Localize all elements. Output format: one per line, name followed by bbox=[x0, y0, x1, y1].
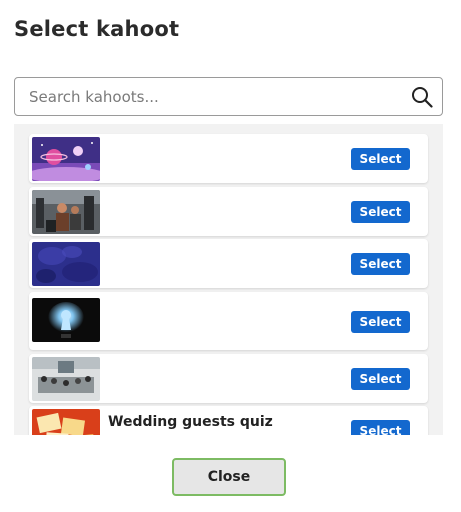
select-button[interactable]: Select bbox=[351, 311, 410, 333]
kahoot-card: Select bbox=[29, 354, 428, 403]
kahoot-card: Select bbox=[29, 292, 428, 350]
select-button[interactable]: Select bbox=[351, 201, 410, 223]
select-button[interactable]: Select bbox=[351, 148, 410, 170]
select-button[interactable]: Select bbox=[351, 368, 410, 390]
kahoot-title: Wedding guests quiz bbox=[108, 414, 273, 430]
wedding-cards-thumbnail bbox=[32, 409, 100, 435]
select-button[interactable]: Select bbox=[351, 420, 410, 435]
kahoot-list[interactable]: Select Select Select Select Select Weddi… bbox=[14, 124, 443, 435]
close-button[interactable]: Close bbox=[172, 458, 286, 496]
search-icon[interactable] bbox=[411, 86, 433, 108]
purple-texture-thumbnail bbox=[32, 242, 100, 286]
space-planets-thumbnail bbox=[32, 137, 100, 181]
kahoot-card: Select bbox=[29, 239, 428, 288]
select-button[interactable]: Select bbox=[351, 253, 410, 275]
kahoot-card: Wedding guests quiz Select bbox=[29, 406, 428, 435]
search-box[interactable] bbox=[14, 77, 443, 116]
keyhole-light-thumbnail bbox=[32, 298, 100, 342]
dialog-footer: Close bbox=[0, 435, 461, 512]
kahoot-card: Select bbox=[29, 187, 428, 236]
conference-room-thumbnail bbox=[32, 357, 100, 401]
kahoot-card: Select bbox=[29, 134, 428, 183]
office-people-thumbnail bbox=[32, 190, 100, 234]
search-input[interactable] bbox=[29, 78, 399, 115]
page-title: Select kahoot bbox=[14, 17, 180, 41]
